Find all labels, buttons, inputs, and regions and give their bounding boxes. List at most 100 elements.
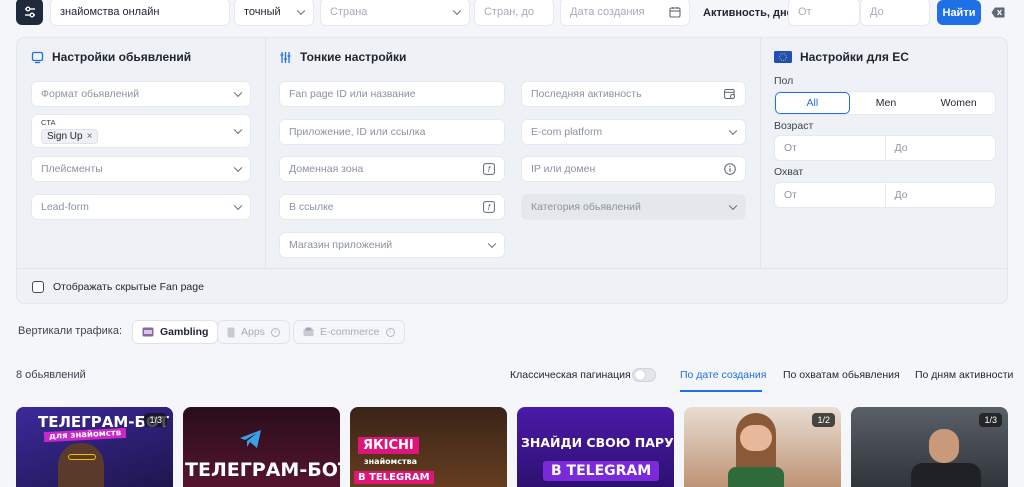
app-store-select[interactable]: Магазин приложений (279, 232, 505, 258)
chevron-down-icon (296, 6, 306, 16)
pagination-toggle-label: Классическая пагинация (510, 369, 631, 381)
lead-form-select[interactable]: Lead-form (31, 194, 251, 220)
sliders-icon (24, 6, 35, 17)
fine-settings-title: Тонкие настройки (300, 50, 407, 64)
activity-from-placeholder: От (798, 6, 812, 18)
cart-icon (303, 327, 314, 336)
ad-category-select[interactable]: Категория обьявлений (521, 194, 746, 220)
cta-select[interactable]: CTA Sign Up × (31, 114, 251, 148)
last-activity-placeholder: Последняя активность (531, 88, 642, 100)
match-type-value: точный (244, 6, 281, 18)
eu-flag-icon (774, 51, 792, 63)
ad-card[interactable]: ТЕЛЕГРАМ-БОТ (183, 407, 340, 487)
function-icon: f (483, 201, 495, 213)
chevron-down-icon (728, 201, 738, 211)
ad-settings-title: Настройки обьявлений (52, 50, 192, 64)
reach-from-input[interactable]: От (775, 183, 885, 207)
info-icon: i (270, 327, 280, 337)
activity-from-input[interactable]: От (788, 0, 860, 26)
hidden-fanpage-checkbox[interactable] (32, 281, 44, 293)
glasses-icon (68, 454, 96, 460)
carousel-badge: 1/2 (812, 413, 835, 427)
last-activity-input[interactable]: Последняя активность (521, 81, 746, 107)
sort-tab-created[interactable]: По дате создания (680, 369, 766, 381)
gender-segmented-control: All Men Women (774, 91, 996, 115)
created-date-input[interactable]: Дата создания (560, 0, 690, 26)
ad-card-figure (58, 443, 104, 487)
vertical-apps[interactable]: Apps i (217, 320, 290, 344)
calendar-icon (669, 7, 681, 18)
hidden-fanpage-label: Отображать скрытые Fan page (53, 281, 204, 293)
ad-card-dress (728, 467, 784, 487)
cta-label: CTA (41, 118, 56, 127)
activity-to-input[interactable]: До (860, 0, 930, 26)
fine-settings-header: Тонкие настройки (279, 50, 406, 64)
ad-card-subtext: В TELEGRAM (543, 461, 660, 481)
results-count: 8 обьявлений (16, 369, 86, 381)
ad-card[interactable]: 1/3 (851, 407, 1008, 487)
ip-domain-input[interactable]: IP или домен (521, 156, 746, 182)
active-tab-indicator (680, 390, 762, 392)
function-icon: f (483, 163, 495, 175)
ad-card-text: ЯКІСНІ (358, 437, 419, 454)
vertical-gambling[interactable]: Gambling (132, 320, 219, 344)
telegram-icon (240, 430, 261, 448)
placements-select[interactable]: Плейсменты (31, 156, 251, 182)
in-link-placeholder: В ссылке (289, 201, 334, 213)
fanpage-input[interactable]: Fan page ID или название (279, 81, 505, 107)
age-from-input[interactable]: От (775, 136, 885, 160)
carousel-badge: 1/3 (144, 413, 167, 427)
row-divider (17, 268, 1007, 269)
ip-domain-placeholder: IP или домен (531, 163, 596, 175)
age-label: Возраст (774, 120, 814, 132)
country-select[interactable]: Страна (320, 0, 470, 26)
ad-card[interactable]: ТЕЛЕГРАМ-БОТ для знайомств 1/3 (16, 407, 173, 487)
gender-option-women[interactable]: Women (922, 92, 995, 114)
svg-text:f: f (488, 165, 491, 174)
eu-settings-title: Настройки для ЕС (800, 50, 909, 64)
ad-format-select[interactable]: Формат обьявлений (31, 81, 251, 107)
gender-label: Пол (774, 75, 794, 87)
gambling-icon (142, 327, 154, 337)
reach-to-input[interactable]: До (884, 183, 996, 207)
carousel-badge: 1/3 (979, 413, 1002, 427)
phone-icon (227, 327, 235, 337)
activity-to-placeholder: До (870, 6, 884, 18)
vertical-ecommerce[interactable]: E-commerce i (293, 320, 405, 344)
match-type-select[interactable]: точный (234, 0, 314, 26)
ad-card[interactable]: ЯКІСНІ знайомства В TELEGRAM (350, 407, 507, 487)
cta-chip-label: Sign Up (47, 131, 83, 142)
find-button[interactable]: Найти (937, 0, 981, 25)
ad-card-telegram-label: В TELEGRAM (354, 471, 434, 484)
ad-card[interactable]: ЗНАЙДИ СВОЮ ПАРУ В TELEGRAM (517, 407, 674, 487)
ad-card[interactable]: 1/2 (684, 407, 841, 487)
age-range: От До (774, 135, 996, 161)
keyword-search-value: знайомства онлайн (60, 6, 160, 18)
gender-option-men[interactable]: Men (850, 92, 923, 114)
eu-settings-header: Настройки для ЕС (774, 50, 909, 64)
ecom-platform-select[interactable]: E-com platform (521, 119, 746, 145)
domain-zone-input[interactable]: Доменная зона f (279, 156, 505, 182)
filters-menu-button[interactable] (16, 0, 43, 25)
countries-to-input[interactable]: Стран, до (474, 0, 554, 26)
gender-option-all[interactable]: All (775, 92, 850, 114)
pagination-toggle[interactable] (632, 368, 656, 382)
clear-input-icon[interactable] (991, 7, 1005, 18)
chevron-down-icon (233, 125, 243, 135)
column-divider (265, 38, 266, 268)
chevron-down-icon (233, 201, 243, 211)
sort-tab-activity-days[interactable]: По дням активности (915, 369, 1013, 381)
keyword-search-input[interactable]: знайомства онлайн (50, 0, 230, 26)
in-link-input[interactable]: В ссылке f (279, 194, 505, 220)
created-date-placeholder: Дата создания (570, 6, 645, 18)
placements-placeholder: Плейсменты (41, 163, 103, 175)
sort-tab-reach[interactable]: По охватам обьявления (783, 369, 900, 381)
ad-card-face (740, 425, 772, 451)
age-to-input[interactable]: До (884, 136, 996, 160)
close-icon[interactable]: × (87, 131, 93, 142)
calendar-search-icon (724, 89, 735, 99)
app-input[interactable]: Приложение, ID или ссылка (279, 119, 505, 145)
monitor-icon (31, 51, 44, 63)
info-icon: i (385, 327, 395, 337)
chevron-down-icon (487, 239, 497, 249)
